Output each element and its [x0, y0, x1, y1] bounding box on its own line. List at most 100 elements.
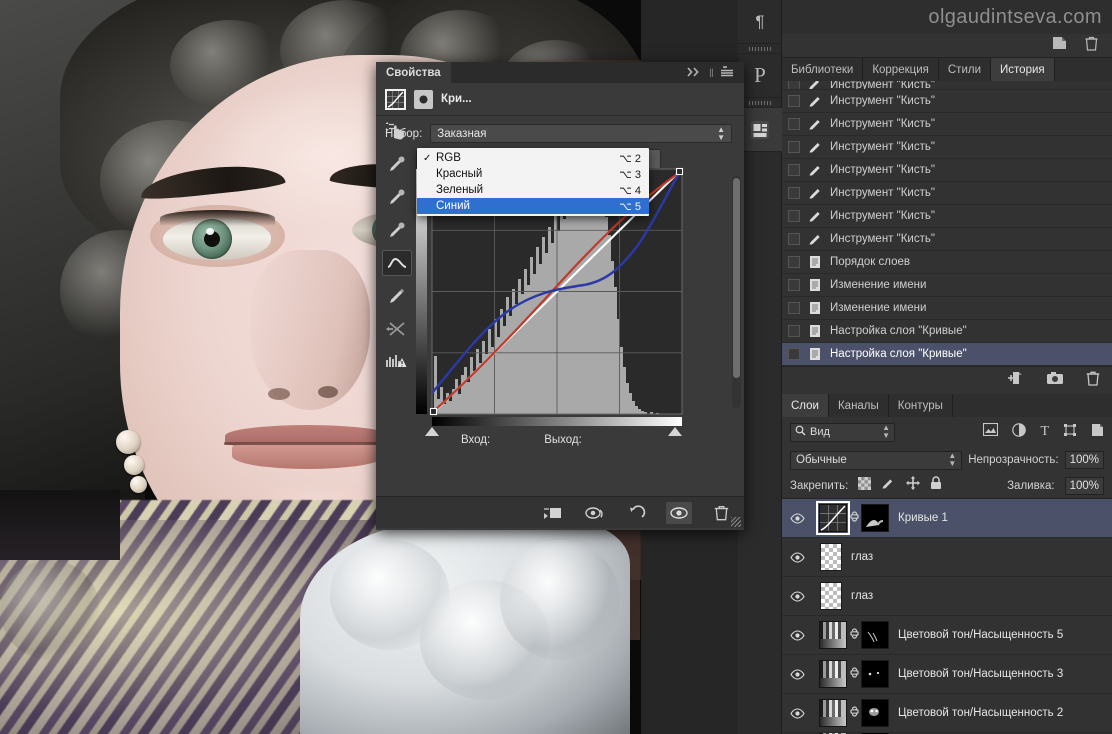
chevron-updown-icon[interactable]: ▲▼ [948, 452, 956, 468]
layer-filter-select[interactable]: Вид ▲ ▼ [790, 422, 895, 442]
layer-mask-link-icon[interactable] [847, 666, 861, 682]
layer-visibility-toggle[interactable] [782, 629, 812, 641]
chevron-updown-icon[interactable]: ▲▼ [717, 125, 725, 142]
chevron-updown-icon[interactable]: ▲▼ [882, 424, 890, 440]
tab-libraries[interactable]: Библиотеки [782, 58, 864, 81]
history-snapshot-checkbox[interactable] [788, 348, 800, 360]
layer-name[interactable]: глаз [851, 590, 873, 602]
lock-transparency-icon[interactable] [858, 476, 872, 495]
history-snapshot-checkbox[interactable] [788, 187, 800, 199]
filter-shape-layers-icon[interactable] [1063, 423, 1077, 442]
layer-thumbnail-huesat[interactable] [819, 699, 847, 727]
dock-grip[interactable] [738, 98, 781, 108]
history-snapshot-checkbox[interactable] [788, 233, 800, 245]
new-doc-icon[interactable] [1007, 370, 1024, 391]
properties-panel-tabrow[interactable]: Свойства ‖ [376, 62, 744, 83]
layer-thumbnail-huesat[interactable] [819, 621, 847, 649]
layer-visibility-toggle[interactable] [782, 512, 812, 524]
table-row[interactable]: глаз [782, 577, 1112, 616]
3d-panel-icon[interactable] [738, 108, 782, 152]
blend-mode-select[interactable]: Обычные ▲ ▼ [790, 450, 963, 470]
panel-icon-strip[interactable]: ¶ P [738, 0, 782, 734]
target-adjustment-tool-icon[interactable] [382, 118, 412, 144]
history-snapshot-checkbox[interactable] [788, 118, 800, 130]
layer-name[interactable]: Цветовой тон/Насыщенность 5 [898, 629, 1063, 641]
menu-item-green[interactable]: Зеленый ⌥ 4 [417, 182, 649, 198]
gray-point-eyedropper-icon[interactable] [382, 184, 412, 210]
clip-to-layer-icon[interactable] [540, 502, 566, 524]
black-point-eyedropper-icon[interactable] [382, 151, 412, 177]
list-item[interactable]: Инструмент "Кисть" [782, 228, 1112, 251]
list-item[interactable]: Инструмент "Кисть" [782, 90, 1112, 113]
layers-filter-row[interactable]: Вид ▲ ▼ T [782, 417, 1112, 447]
layer-mask-thumbnail[interactable] [861, 621, 889, 649]
list-item[interactable]: Инструмент "Кисть" [782, 81, 1112, 90]
layers-blend-row[interactable]: Обычные ▲ ▼ Непрозрачность: 100% [782, 447, 1112, 473]
tab-adjustments[interactable]: Коррекция [863, 58, 939, 81]
tab-layers[interactable]: Слои [782, 394, 829, 417]
properties-scrollbar[interactable] [732, 176, 741, 408]
table-row[interactable]: Кривые 1 [782, 499, 1112, 538]
tab-history[interactable]: История [991, 58, 1055, 81]
new-snapshot-icon[interactable] [1052, 36, 1067, 55]
layer-thumbnail[interactable] [820, 543, 842, 571]
list-item-selected[interactable]: Настройка слоя "Кривые" [782, 343, 1112, 366]
properties-panel[interactable]: Свойства ‖ Кри... Заказная ▲ ▼ Вход: Вых… [376, 62, 744, 530]
layers-list[interactable]: Кривые 1 глаз глаз Цветовой тон/Насыщенн… [782, 499, 1112, 734]
histogram-warning-icon[interactable] [382, 349, 412, 375]
curve-point-tool-icon[interactable] [382, 250, 412, 276]
tab-channels[interactable]: Каналы [828, 394, 889, 417]
table-row[interactable]: Цветовой тон/Насыщенность 5 [782, 616, 1112, 655]
list-item[interactable]: Изменение имени [782, 274, 1112, 297]
paths-panel-icon[interactable]: P [738, 54, 782, 98]
white-point-eyedropper-icon[interactable] [382, 217, 412, 243]
lock-image-pixels-icon[interactable] [881, 476, 896, 495]
preset-row[interactable]: Набор: Заказная ▲▼ [376, 116, 744, 147]
list-item[interactable]: Инструмент "Кисть" [782, 159, 1112, 182]
lock-position-icon[interactable] [906, 476, 921, 495]
layer-mask-link-icon[interactable] [847, 627, 861, 643]
double-chevron-right-icon[interactable] [687, 64, 702, 82]
menu-item-blue[interactable]: Синий ⌥ 5 [417, 198, 649, 214]
table-row[interactable]: глаз [782, 538, 1112, 577]
fill-value[interactable]: 100% [1064, 476, 1104, 495]
layer-thumbnail-huesat[interactable] [819, 660, 847, 688]
filter-smart-objects-icon[interactable] [1091, 423, 1104, 442]
layer-visibility-toggle[interactable] [782, 668, 812, 680]
layer-thumbnail[interactable] [820, 582, 842, 610]
menu-item-rgb[interactable]: ✓ RGB ⌥ 2 [417, 150, 649, 166]
history-panel-footer[interactable] [782, 366, 1112, 394]
history-snapshot-checkbox[interactable] [788, 81, 800, 89]
filter-adjustment-layers-icon[interactable] [1012, 422, 1027, 442]
layer-visibility-toggle[interactable] [782, 590, 812, 602]
table-row[interactable]: Цветовой тон/Насыщенность 3 [782, 655, 1112, 694]
collapse-to-icons-icon[interactable]: ¶ [738, 0, 782, 44]
history-list[interactable]: Инструмент "Кисть" Инструмент "Кисть" Ин… [782, 81, 1112, 366]
layer-thumbnail-curves[interactable] [816, 501, 850, 535]
smooth-curve-icon[interactable] [382, 316, 412, 342]
camera-icon[interactable] [1046, 371, 1064, 390]
opacity-value[interactable]: 100% [1064, 451, 1104, 469]
filter-type-layers-icon[interactable]: T [1040, 425, 1049, 439]
tab-properties[interactable]: Свойства [376, 62, 451, 83]
trash-icon[interactable] [1086, 370, 1100, 391]
layer-mask-thumbnail[interactable] [861, 699, 889, 727]
trash-icon[interactable] [1085, 36, 1098, 56]
toggle-visibility-icon[interactable] [666, 501, 692, 524]
panel-menu-icon[interactable] [721, 64, 737, 82]
preset-select[interactable]: Заказная ▲ ▼ [430, 124, 732, 143]
panel-resize-handle[interactable] [731, 517, 741, 527]
history-snapshot-checkbox[interactable] [788, 210, 800, 222]
tab-styles[interactable]: Стили [938, 58, 992, 81]
layer-name[interactable]: глаз [851, 551, 873, 563]
layer-name[interactable]: Кривые 1 [898, 512, 948, 524]
lock-all-icon[interactable] [930, 476, 942, 495]
history-snapshot-checkbox[interactable] [788, 302, 800, 314]
history-snapshot-checkbox[interactable] [788, 325, 800, 337]
view-previous-state-icon[interactable] [582, 502, 608, 524]
dock-grip[interactable] [738, 44, 781, 54]
layers-lock-row[interactable]: Закрепить: Заливка: 100% [782, 473, 1112, 499]
list-item[interactable]: Изменение имени [782, 297, 1112, 320]
filter-pixel-layers-icon[interactable] [983, 422, 999, 441]
layers-panel-tabs[interactable]: Слои Каналы Контуры [782, 394, 1112, 417]
